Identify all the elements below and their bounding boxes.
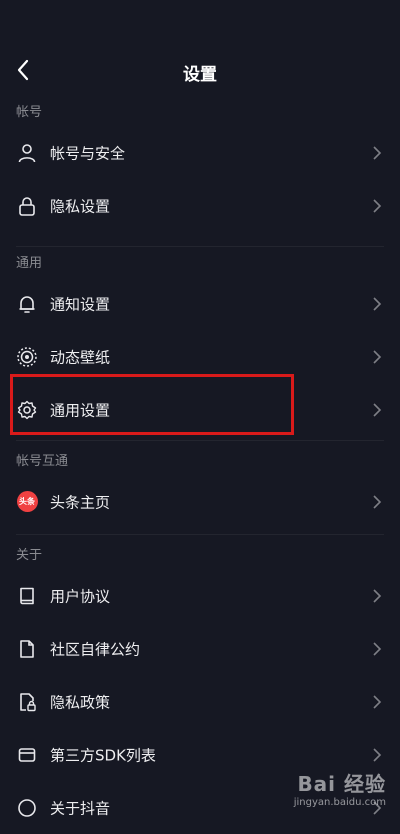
section-title-account-linking: 帐号互通 xyxy=(16,454,69,469)
chevron-right-icon xyxy=(373,296,382,311)
section-account-linking: 帐号互通 xyxy=(0,441,400,475)
menu-item-label: 通知设置 xyxy=(50,295,111,313)
menu-item-label: 隐私政策 xyxy=(50,693,111,711)
toutiao-logo-icon: 头条 xyxy=(15,490,39,514)
menu-item-label: 用户协议 xyxy=(50,587,111,605)
section-title-account: 帐号 xyxy=(16,105,43,120)
section-title-general: 通用 xyxy=(16,256,43,271)
chevron-right-icon xyxy=(373,694,382,709)
book-icon xyxy=(15,584,39,608)
chevron-right-icon xyxy=(373,349,382,364)
menu-item-toutiao-homepage[interactable]: 头条 头条主页 xyxy=(0,475,400,528)
menu-item-label: 社区自律公约 xyxy=(50,640,141,658)
section-title-about: 关于 xyxy=(16,548,43,563)
watermark: Bai 经验 jingyan.baidu.com xyxy=(294,768,386,808)
header: 设置 xyxy=(0,20,400,85)
person-icon xyxy=(15,141,39,165)
menu-item-privacy-policy[interactable]: 隐私政策 xyxy=(0,675,400,728)
highlight-box xyxy=(10,374,294,435)
section-about: 关于 xyxy=(0,535,400,569)
bell-icon xyxy=(15,292,39,316)
card-icon xyxy=(15,743,39,767)
chevron-right-icon xyxy=(373,198,382,213)
menu-item-notification-settings[interactable]: 通知设置 xyxy=(0,277,400,330)
menu-item-label: 第三方SDK列表 xyxy=(50,746,156,764)
menu-item-user-agreement[interactable]: 用户协议 xyxy=(0,569,400,622)
toutiao-badge: 头条 xyxy=(16,491,38,512)
lock-icon xyxy=(15,194,39,218)
watermark-sub: jingyan.baidu.com xyxy=(293,797,386,808)
chevron-right-icon xyxy=(373,747,382,762)
status-bar xyxy=(0,0,400,20)
section-general: 通用 xyxy=(0,247,400,277)
menu-item-label: 关于抖音 xyxy=(50,799,111,817)
wallpaper-icon xyxy=(15,345,39,369)
menu-item-label: 头条主页 xyxy=(50,493,111,511)
chevron-right-icon xyxy=(373,641,382,656)
watermark-main: Bai 经验 xyxy=(297,772,386,796)
menu-item-account-security[interactable]: 帐号与安全 xyxy=(0,126,400,179)
document-icon xyxy=(15,637,39,661)
menu-item-label: 帐号与安全 xyxy=(50,144,126,162)
menu-item-community-guidelines[interactable]: 社区自律公约 xyxy=(0,622,400,675)
chevron-right-icon xyxy=(373,402,382,417)
menu-item-label: 隐私设置 xyxy=(50,197,111,215)
chevron-right-icon xyxy=(373,588,382,603)
section-account: 帐号 xyxy=(0,82,400,126)
menu-item-label: 动态壁纸 xyxy=(50,348,111,366)
menu-item-privacy-settings[interactable]: 隐私设置 xyxy=(0,179,400,232)
chevron-right-icon xyxy=(373,145,382,160)
privacy-document-icon xyxy=(15,690,39,714)
chevron-right-icon xyxy=(373,494,382,509)
